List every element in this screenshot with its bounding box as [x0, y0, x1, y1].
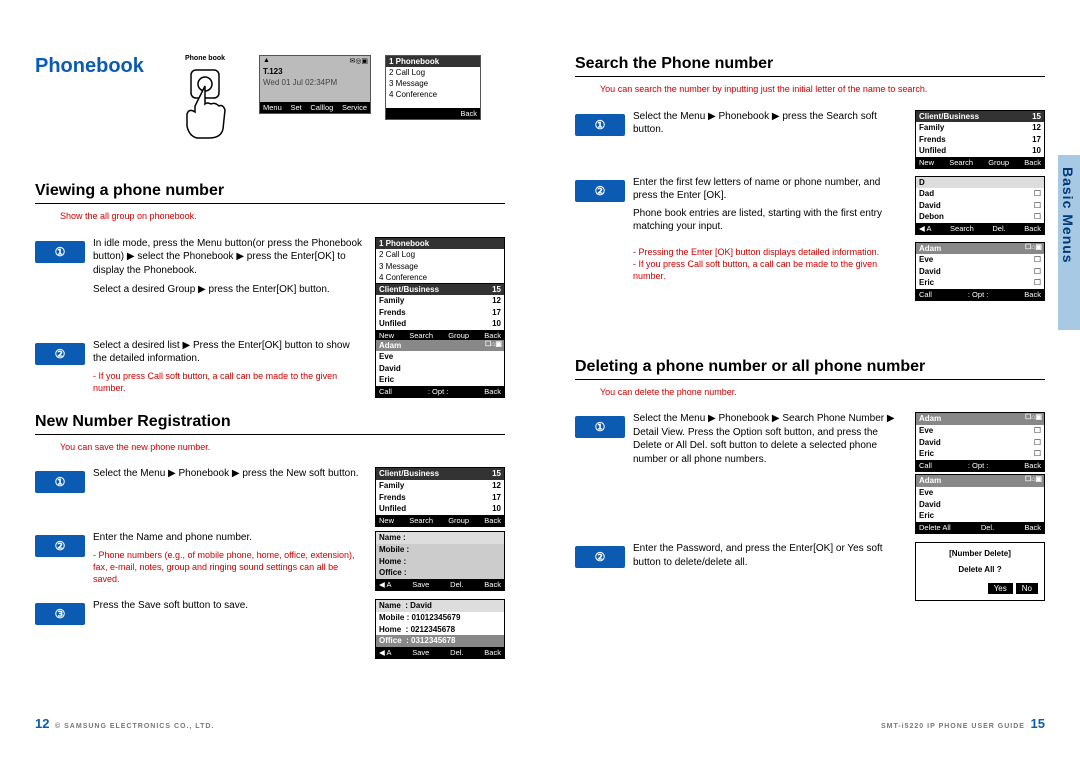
search-ss3: Adam☐ ⌂ ▣ Eve☐ David☐ Eric☐ Call: Opt :B… [915, 242, 1045, 301]
top-figures: Phone book ▲✉ ◎ ▣ T.123 Wed 01 Jul 02:34… [165, 55, 481, 147]
reg-step-1: ① Select the Menu ▶ Phonebook ▶ press th… [35, 467, 505, 525]
search-heading: Search the Phone number [575, 55, 1045, 77]
page-right: Search the Phone number You can search t… [540, 0, 1080, 761]
step-badge-2: ② [35, 343, 85, 365]
page-number-right: SMT-i5220 IP PHONE USER GUIDE 15 [881, 716, 1045, 731]
del-ss3: [Number Delete] Delete All ? Yes No [915, 542, 1045, 601]
page-number-left: 12 © SAMSUNG ELECTRONICS CO., LTD. [35, 716, 214, 731]
reg-step-2: ② Enter the Name and phone number. - Pho… [35, 531, 505, 593]
reg-heading: New Number Registration [35, 413, 505, 435]
hand-icon: Phone book [165, 55, 245, 147]
del-heading: Deleting a phone number or all phone num… [575, 358, 1045, 380]
reg-ss2: Name : Mobile : Home : Office : ◀ ASaveD… [375, 531, 505, 590]
step-badge-1: ① [35, 241, 85, 263]
view-ss1b: Client/Business15 Family12 Frends17 Unfi… [375, 283, 505, 342]
search-step-1: ① Select the Menu ▶ Phonebook ▶ press th… [575, 110, 1045, 170]
idle-screen-figure: ▲✉ ◎ ▣ T.123 Wed 01 Jul 02:34PM MenuSetC… [259, 55, 371, 114]
del-subtext: You can delete the phone number. [575, 384, 1045, 407]
reg-step-3: ③ Press the Save soft button to save. Na… [35, 599, 505, 661]
del-ss2: Adam☐ ⌂ ▣ Eve David Eric Delete AllDel.B… [915, 474, 1045, 533]
del-step-1: ① Select the Menu ▶ Phonebook ▶ Search P… [575, 412, 1045, 536]
viewing-heading: Viewing a phone number [35, 182, 505, 204]
search-step-2: ② Enter the first few letters of name or… [575, 176, 1045, 298]
del-step-2: ② Enter the Password, and press the Ente… [575, 542, 1045, 612]
view-step-1: ① In idle mode, press the Menu button(or… [35, 237, 505, 333]
reg-ss1: Client/Business15 Family12 Frends17 Unfi… [375, 467, 505, 526]
search-ss2: D Dad☐ David☐ Debon☐ ◀ ASearchDel.Back [915, 176, 1045, 235]
viewing-subtext: Show the all group on phonebook. [35, 208, 505, 231]
reg-ss3: Name : David Mobile : 01012345679 Home :… [375, 599, 505, 658]
view-step-2: ② Select a desired list ▶ Press the Ente… [35, 339, 505, 399]
search-subtext: You can search the number by inputting j… [575, 81, 1045, 104]
side-tab: Basic Menus [1058, 155, 1080, 330]
no-button: No [1016, 583, 1038, 595]
view-ss2: Adam☐ ⌂ ▣ Eve David Eric Call: Opt :Back [375, 339, 505, 398]
yes-button: Yes [988, 583, 1013, 595]
menu-screen-figure: 1 Phonebook 2 Call Log 3 Message 4 Confe… [385, 55, 481, 120]
reg-subtext: You can save the new phone number. [35, 439, 505, 462]
page-left: Phonebook Phone book ▲✉ ◎ ▣ T.123 Wed 01… [0, 0, 540, 761]
del-ss1: Adam☐ ⌂ ▣ Eve☐ David☐ Eric☐ Call: Opt :B… [915, 412, 1045, 471]
search-ss1: Client/Business15 Family12 Frends17 Unfi… [915, 110, 1045, 169]
view-ss1: 1 Phonebook 2 Call Log 3 Message 4 Confe… [375, 237, 505, 285]
